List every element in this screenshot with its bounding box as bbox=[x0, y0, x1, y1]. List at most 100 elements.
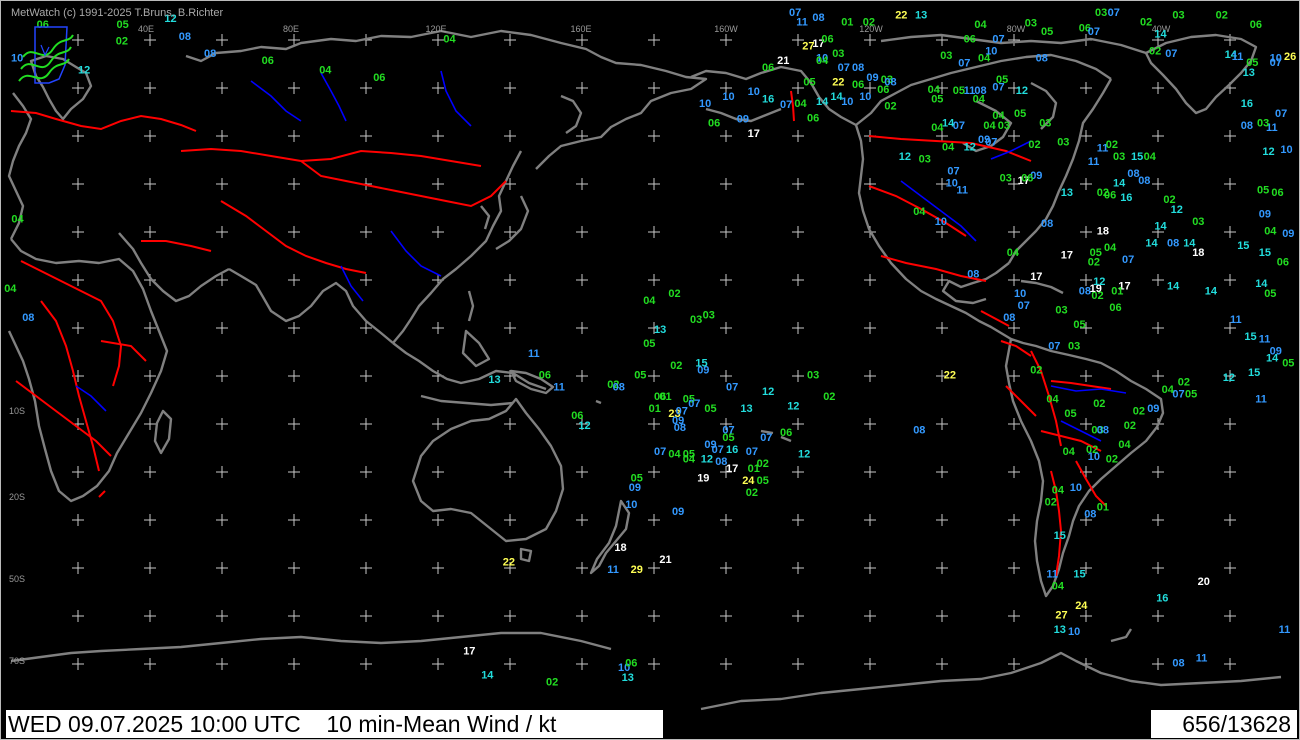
wind-speed-label: 02 bbox=[1028, 139, 1040, 151]
grid-cross bbox=[288, 658, 300, 670]
wind-speed-label: 17 bbox=[1061, 249, 1073, 261]
wind-speed-label: 02 bbox=[1133, 405, 1145, 417]
wind-speed-label: 03 bbox=[690, 314, 702, 326]
country-borders bbox=[10, 90, 1112, 577]
wind-speed-label: 03 bbox=[919, 153, 931, 165]
wind-speed-label: 02 bbox=[1106, 453, 1118, 465]
grid-cross bbox=[216, 178, 228, 190]
grid-cross bbox=[576, 370, 588, 382]
grid-cross bbox=[720, 226, 732, 238]
wind-speed-label: 02 bbox=[757, 458, 769, 470]
grid-cross bbox=[504, 82, 516, 94]
grid-cross bbox=[576, 322, 588, 334]
grid-cross bbox=[1224, 514, 1236, 526]
wind-speed-label: 09 bbox=[866, 72, 878, 84]
wind-speed-label: 03 bbox=[807, 369, 819, 381]
grid-cross bbox=[864, 562, 876, 574]
wind-speed-label: 14 bbox=[942, 117, 955, 129]
wind-speed-label: 24 bbox=[742, 475, 755, 487]
wind-speed-label: 08 bbox=[1172, 657, 1184, 669]
grid-cross bbox=[792, 226, 804, 238]
footer-info-bar: WED 09.07.2025 10:00 UTC 10 min-Mean Win… bbox=[6, 710, 663, 738]
grid-cross bbox=[216, 418, 228, 430]
wind-speed-label: 21 bbox=[777, 55, 789, 67]
grid-cross bbox=[648, 610, 660, 622]
wind-speed-label: 10 bbox=[935, 216, 947, 228]
wind-speed-label: 15 bbox=[1248, 367, 1260, 379]
grid-cross bbox=[432, 562, 444, 574]
wind-speed-label: 07 bbox=[726, 381, 738, 393]
wind-speed-label: 08 bbox=[1003, 312, 1015, 324]
grid-cross bbox=[864, 466, 876, 478]
grid-cross bbox=[864, 322, 876, 334]
wind-speed-label: 07 bbox=[760, 432, 772, 444]
wind-speed-label: 05 bbox=[704, 403, 716, 415]
lon-label: 80W bbox=[1007, 24, 1026, 34]
grid-cross bbox=[72, 658, 84, 670]
grid-cross bbox=[648, 514, 660, 526]
wind-speed-label: 27 bbox=[1055, 609, 1067, 621]
wind-speed-label: 07 bbox=[992, 33, 1004, 45]
wind-speed-label: 03 bbox=[1192, 216, 1204, 228]
wind-speed-label: 09 bbox=[1259, 209, 1271, 221]
wind-speed-label: 04 bbox=[1007, 247, 1020, 259]
wind-speed-label: 15 bbox=[1244, 331, 1256, 343]
wind-speed-label: 10 bbox=[625, 499, 637, 511]
wind-speed-label: 05 bbox=[1014, 108, 1026, 120]
wind-speed-label: 03 bbox=[940, 50, 952, 62]
grid-cross bbox=[504, 274, 516, 286]
grid-cross bbox=[1008, 658, 1020, 670]
wind-speed-label: 04 bbox=[974, 19, 987, 31]
wind-speed-label: 10 bbox=[722, 91, 734, 103]
wind-speed-label: 08 bbox=[812, 12, 824, 24]
grid-cross bbox=[936, 322, 948, 334]
wind-speed-label: 07 bbox=[953, 120, 965, 132]
wind-speed-label: 07 bbox=[1048, 341, 1060, 353]
wind-speed-label: 04 bbox=[4, 283, 17, 295]
grid-cross bbox=[288, 514, 300, 526]
wind-speed-label: 07 bbox=[654, 446, 666, 458]
wind-speed-label: 09 bbox=[978, 134, 990, 146]
wind-speed-label: 13 bbox=[1054, 624, 1066, 636]
grid-cross bbox=[144, 178, 156, 190]
wind-speed-label: 04 bbox=[816, 55, 829, 67]
wind-speed-label: 04 bbox=[1052, 581, 1065, 593]
wind-speed-label: 12 bbox=[787, 401, 799, 413]
world-wind-map[interactable]: 40E 80E 120E 160E 160W 120W 80W 40W10S20S50S70S… bbox=[1, 1, 1299, 739]
wind-speed-label: 07 bbox=[780, 99, 792, 111]
wind-speed-label: 17 bbox=[1030, 271, 1042, 283]
grid-cross bbox=[216, 466, 228, 478]
grid-cross bbox=[576, 274, 588, 286]
grid-cross bbox=[432, 418, 444, 430]
wind-speed-label: 08 bbox=[884, 77, 896, 89]
grid-cross bbox=[1008, 226, 1020, 238]
grid-cross bbox=[648, 274, 660, 286]
wind-speed-label: 06 bbox=[821, 33, 833, 45]
wind-speed-label: 05 bbox=[643, 338, 655, 350]
wind-speed-label: 05 bbox=[1185, 389, 1197, 401]
grid-cross bbox=[864, 34, 876, 46]
wind-speed-label: 15 bbox=[1237, 240, 1249, 252]
lon-label: 80E bbox=[283, 24, 299, 34]
grid-cross bbox=[216, 514, 228, 526]
grid-cross bbox=[288, 418, 300, 430]
grid-cross bbox=[288, 178, 300, 190]
wind-speed-label: 12 bbox=[1093, 276, 1105, 288]
wind-speed-label: 10 bbox=[1280, 144, 1292, 156]
grid-cross bbox=[648, 226, 660, 238]
wind-speed-label: 04 bbox=[1046, 393, 1059, 405]
wind-speed-label: 08 bbox=[1097, 425, 1109, 437]
grid-cross bbox=[360, 82, 372, 94]
wind-speed-label: 07 bbox=[1275, 108, 1287, 120]
wind-speed-label: 05 bbox=[117, 19, 129, 31]
wind-speed-label: 12 bbox=[762, 386, 774, 398]
wind-speed-label: 05 bbox=[931, 93, 943, 105]
wind-speed-label: 14 bbox=[1183, 237, 1196, 249]
grid-cross bbox=[1152, 610, 1164, 622]
grid-cross bbox=[1224, 274, 1236, 286]
grid-cross bbox=[72, 562, 84, 574]
wind-speed-label: 13 bbox=[915, 9, 927, 21]
grid-cross bbox=[360, 418, 372, 430]
wind-speed-label: 10 bbox=[1088, 451, 1100, 463]
grid-cross bbox=[576, 514, 588, 526]
